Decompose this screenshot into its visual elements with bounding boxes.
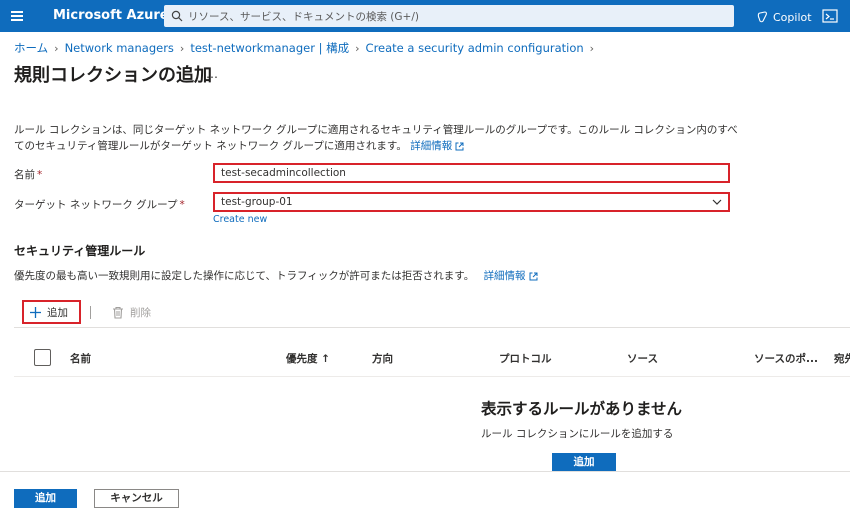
cloud-shell-icon[interactable] [822,8,838,24]
plus-icon [30,306,41,318]
column-source-port[interactable]: ソースのポ... [754,351,818,366]
external-link-icon [455,142,464,150]
toolbar-divider [90,306,91,319]
rules-section-description: 優先度の最も高い一致規則用に設定した操作に応じて、トラフィックが許可または拒否さ… [14,268,538,283]
create-new-link[interactable]: Create new [213,214,267,225]
learn-more-link[interactable]: 詳細情報 [410,140,464,152]
more-icon[interactable]: … [206,67,219,81]
brand-name[interactable]: Microsoft Azure [53,8,169,23]
add-rule-label: 追加 [47,306,68,319]
required-mark: * [179,199,185,211]
chevron-right-icon: › [355,41,360,55]
cancel-button[interactable]: キャンセル [94,489,179,508]
table-header-divider [14,376,850,377]
rules-learn-more-label: 詳細情報 [483,270,526,282]
column-direction[interactable]: 方向 [372,351,393,366]
column-name[interactable]: 名前 [70,351,91,366]
menu-icon[interactable] [9,8,25,24]
rules-description-text: 優先度の最も高い一致規則用に設定した操作に応じて、トラフィックが許可または拒否さ… [14,270,475,282]
description-text: ルール コレクションは、同じターゲット ネットワーク グループに適用されるセキュ… [14,124,738,152]
top-bar: Microsoft Azure リソース、サービス、ドキュメントの検索 (G+/… [0,0,850,32]
collection-description: ルール コレクションは、同じターゲット ネットワーク グループに適用されるセキュ… [14,122,744,154]
target-group-select[interactable]: test-group-01 [213,192,730,212]
breadcrumb-home[interactable]: ホーム [14,40,48,56]
name-label-text: 名前 [14,169,35,181]
page-title: 規則コレクションの追加 [14,65,212,86]
column-source[interactable]: ソース [627,351,658,366]
table-top-divider [14,327,850,328]
chevron-right-icon: › [589,41,595,55]
table-header: 名前 優先度 ↑ 方向 プロトコル ソース ソースのポ... 宛先 [0,340,850,376]
copilot-label: Copilot [773,10,812,24]
submit-add-button[interactable]: 追加 [14,489,77,508]
chevron-right-icon: › [179,41,185,55]
rules-section-title: セキュリティ管理ルール [14,244,146,258]
delete-rule-label: 削除 [130,307,151,319]
empty-state-title: 表示するルールがありません [481,400,683,418]
column-protocol[interactable]: プロトコル [499,351,552,366]
breadcrumb: ホーム › Network managers › test-networkman… [14,40,600,56]
required-mark: * [37,169,43,181]
select-all-checkbox[interactable] [34,349,51,366]
breadcrumb-create-config[interactable]: Create a security admin configuration [366,41,584,55]
trash-icon [113,306,123,319]
search-icon [171,10,183,22]
chevron-down-icon [712,199,722,205]
delete-rule-button[interactable]: 削除 [112,305,151,320]
copilot-icon [757,11,767,23]
chevron-right-icon: › [54,41,59,55]
target-group-label-text: ターゲット ネットワーク グループ [14,199,178,211]
target-group-label: ターゲット ネットワーク グループ * [14,197,185,212]
search-placeholder: リソース、サービス、ドキュメントの検索 (G+/) [188,11,419,23]
rules-learn-more-link[interactable]: 詳細情報 [484,270,538,282]
empty-state-add-button[interactable]: 追加 [552,453,616,471]
column-priority[interactable]: 優先度 ↑ [286,351,330,366]
name-field[interactable]: test-secadmincollection [213,163,730,183]
target-group-value: test-group-01 [221,196,293,208]
column-destination[interactable]: 宛先 [834,351,850,366]
external-link-icon [529,272,538,280]
search-input[interactable]: リソース、サービス、ドキュメントの検索 (G+/) [164,5,734,27]
empty-state-description: ルール コレクションにルールを追加する [481,428,674,440]
learn-more-label: 詳細情報 [410,140,453,152]
breadcrumb-network-managers[interactable]: Network managers [65,41,174,55]
name-label: 名前 * [14,167,42,182]
copilot-button[interactable]: Copilot [757,9,812,25]
footer-bar: 追加 キャンセル [0,471,850,519]
breadcrumb-network-manager[interactable]: test-networkmanager | 構成 [190,40,349,56]
add-rule-button[interactable]: 追加 [22,300,81,324]
